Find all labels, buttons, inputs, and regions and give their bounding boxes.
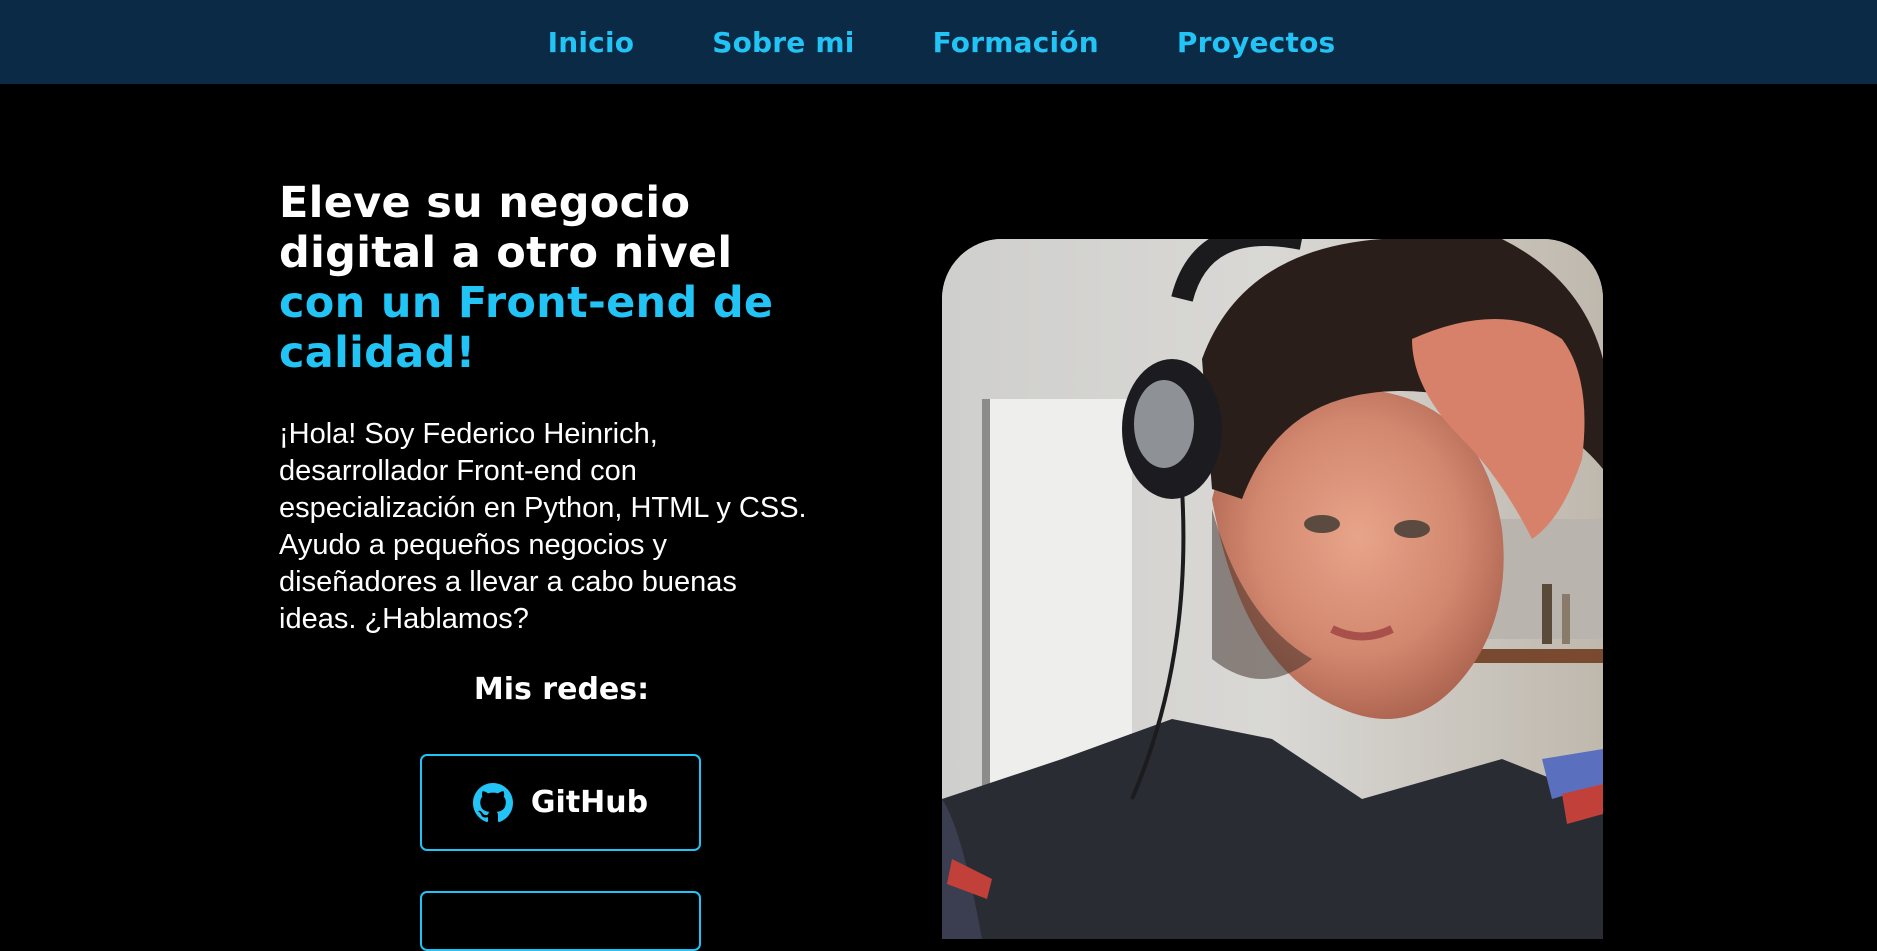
nav-link-formacion[interactable]: Formación xyxy=(933,26,1099,59)
github-button[interactable]: GitHub xyxy=(420,754,701,851)
hero-intro-paragraph: ¡Hola! Soy Federico Heinrich, desarrolla… xyxy=(279,418,807,635)
nav-link-sobre-mi[interactable]: Sobre mi xyxy=(712,26,854,59)
nav-link-inicio[interactable]: Inicio xyxy=(548,26,635,59)
headline-line-2: digital a otro nivel xyxy=(279,228,733,278)
social-title: Mis redes: xyxy=(473,672,650,707)
headline-accent-line-2: calidad! xyxy=(279,328,476,378)
headline-accent-line-1: con un Front-end de xyxy=(279,278,774,328)
github-icon xyxy=(472,782,513,823)
headline-line-1: Eleve su negocio xyxy=(279,178,691,228)
profile-photo xyxy=(942,239,1603,939)
social-button-2[interactable] xyxy=(420,891,701,951)
top-navbar: Inicio Sobre mi Formación Proyectos xyxy=(0,0,1877,84)
hero-headline: Eleve su negocio digital a otro nivel co… xyxy=(279,178,839,378)
nav-link-proyectos[interactable]: Proyectos xyxy=(1177,26,1336,59)
hero-text-section: Eleve su negocio digital a otro nivel co… xyxy=(279,178,839,638)
github-button-label: GitHub xyxy=(530,785,649,820)
